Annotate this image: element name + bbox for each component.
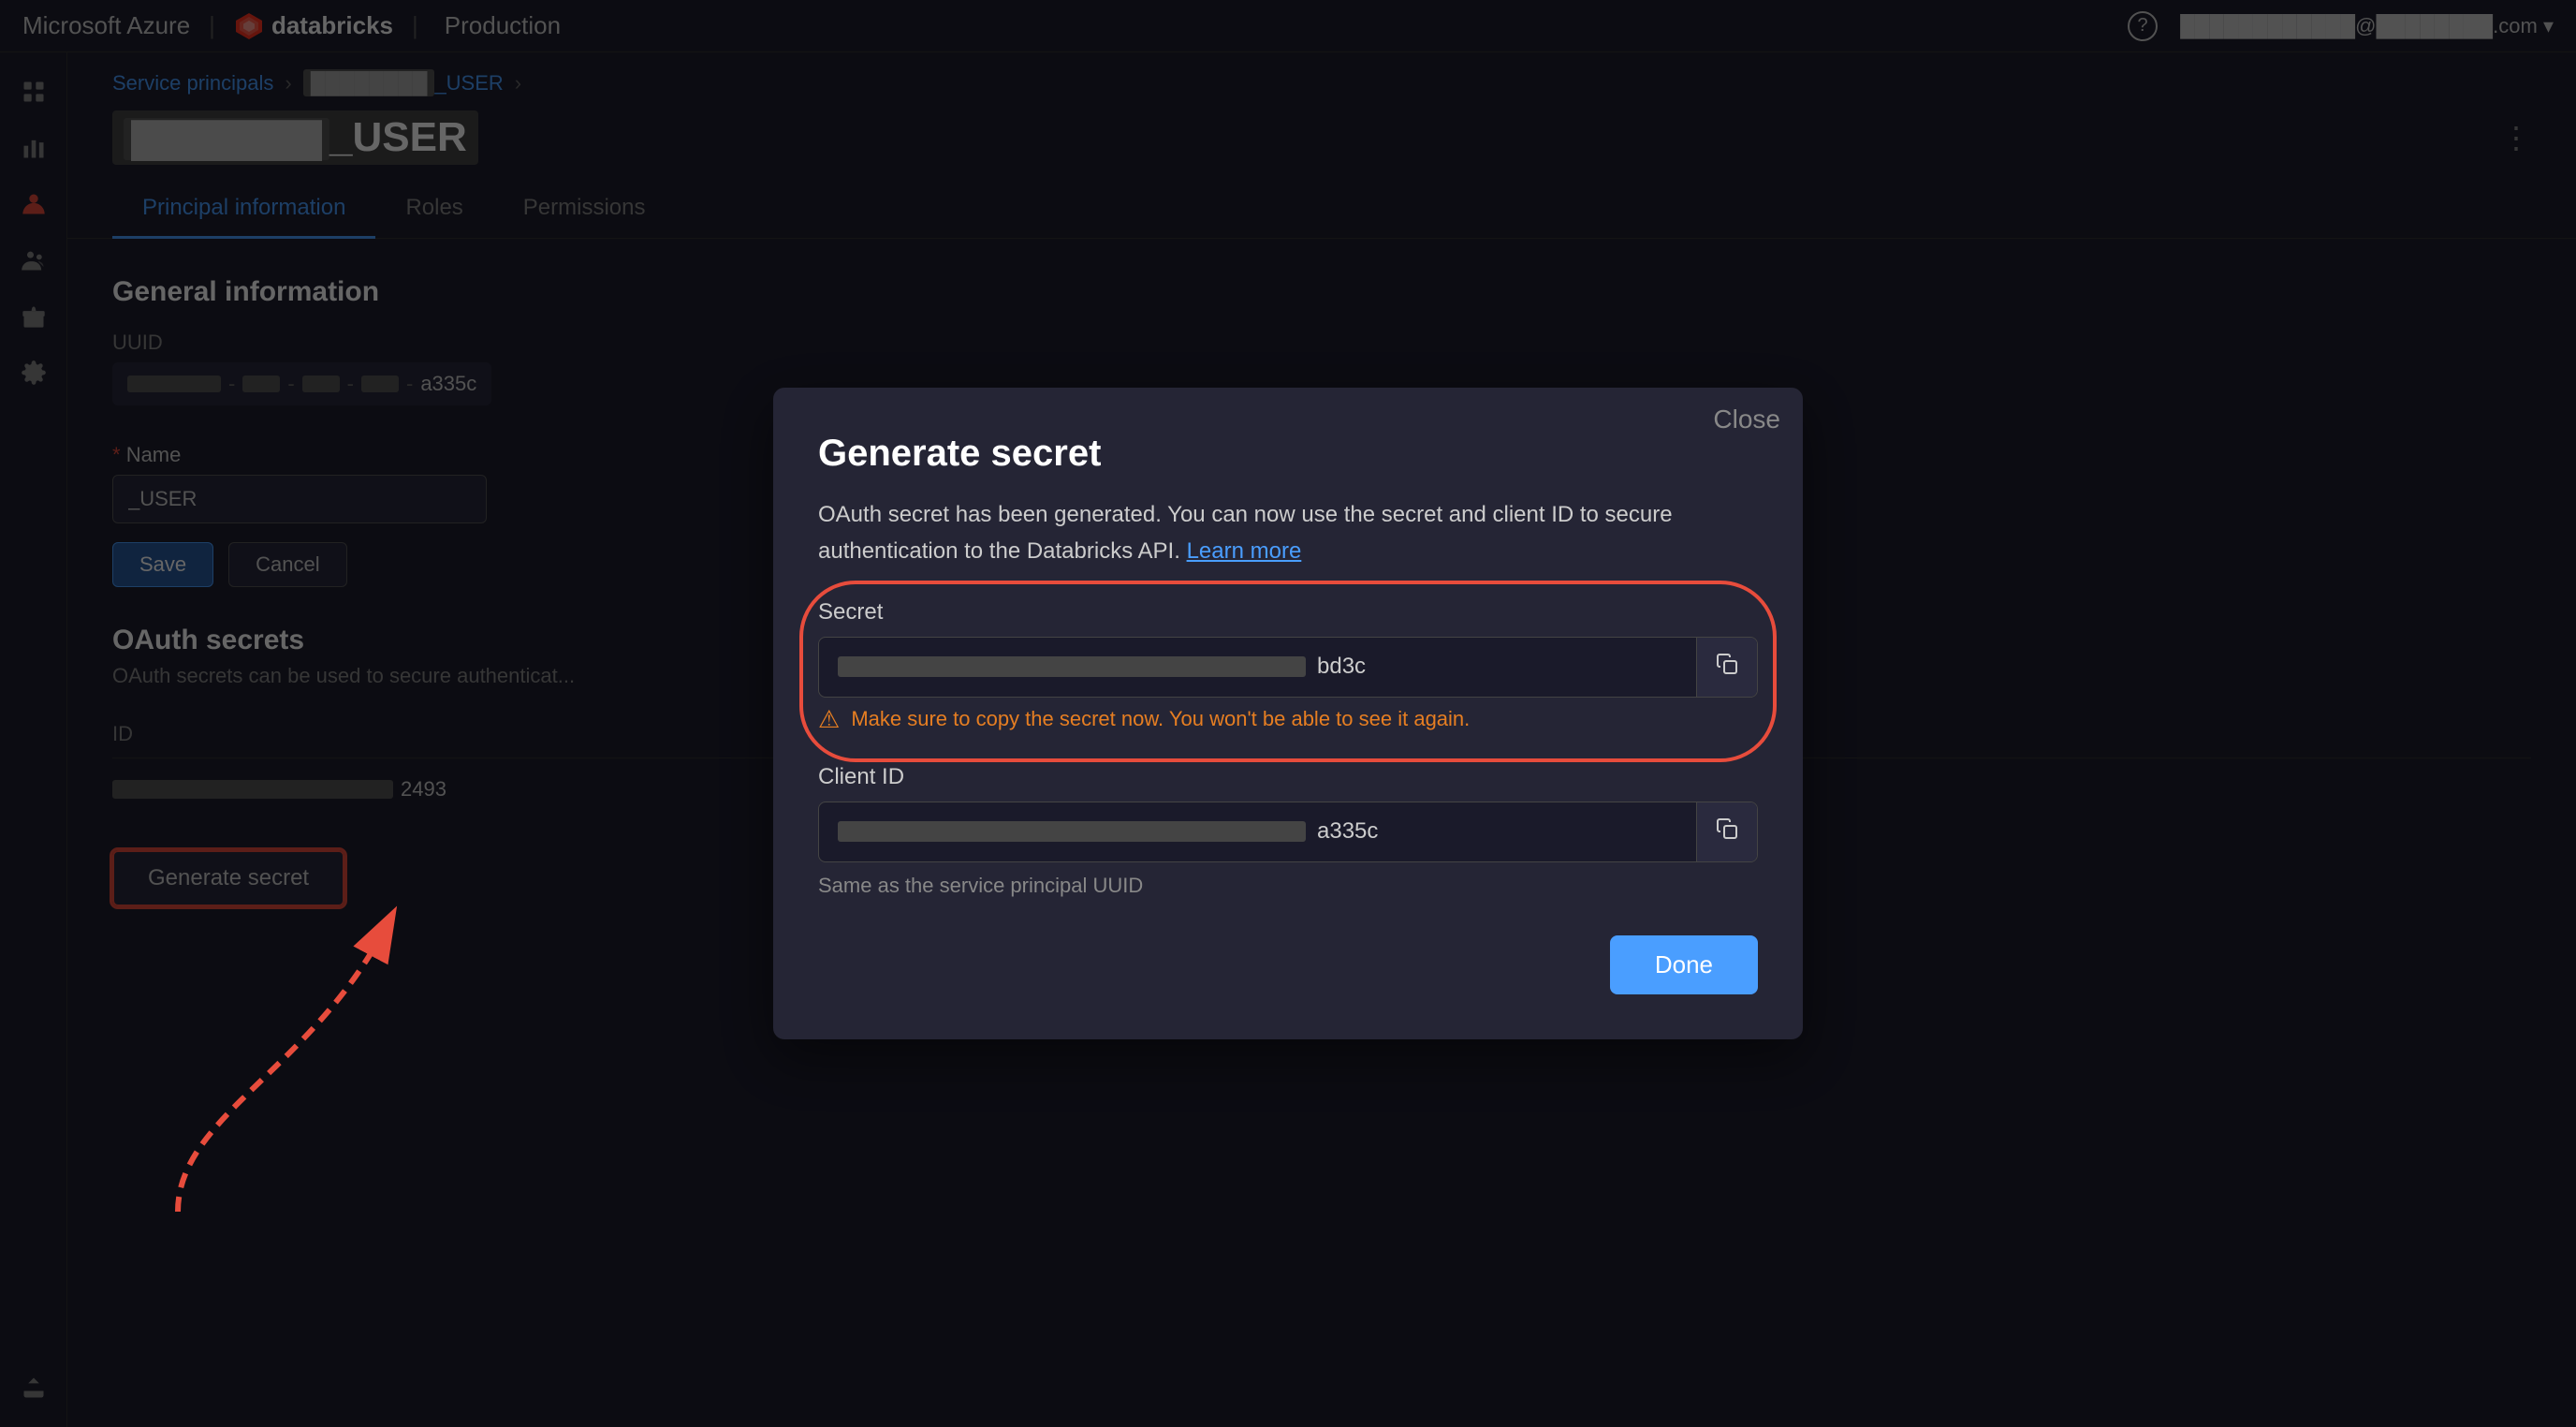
done-button[interactable]: Done [1610,935,1758,994]
copy-secret-button[interactable] [1696,638,1757,697]
secret-section: Secret bd3c ⚠ Make sure to copy the secr… [818,599,1758,734]
modal-overlay: Close Generate secret OAuth secret has b… [0,0,2576,1427]
client-id-field: a335c [818,802,1758,862]
client-id-label: Client ID [818,764,1758,790]
warning-message: Make sure to copy the secret now. You wo… [851,707,1470,731]
modal-close-button[interactable]: Close [1713,406,1780,433]
secret-value: bd3c [838,639,1696,695]
copy-client-id-icon [1716,817,1738,840]
client-id-note: Same as the service principal UUID [818,874,1758,898]
learn-more-link[interactable]: Learn more [1187,538,1302,564]
copy-icon [1716,653,1738,675]
modal-footer: Done [818,935,1758,994]
modal-title: Generate secret [818,433,1758,475]
warning-text: ⚠ Make sure to copy the secret now. You … [818,705,1758,734]
client-id-value: a335c [838,803,1696,860]
generate-secret-modal: Close Generate secret OAuth secret has b… [773,388,1803,1039]
client-id-suffix: a335c [1317,818,1378,845]
copy-client-id-button[interactable] [1696,802,1757,861]
secret-masked [838,656,1306,677]
warning-icon: ⚠ [818,705,840,734]
secret-field: bd3c [818,637,1758,698]
client-id-masked [838,821,1306,842]
modal-description: OAuth secret has been generated. You can… [818,497,1758,569]
secret-label: Secret [818,599,1758,625]
secret-suffix: bd3c [1317,654,1366,680]
